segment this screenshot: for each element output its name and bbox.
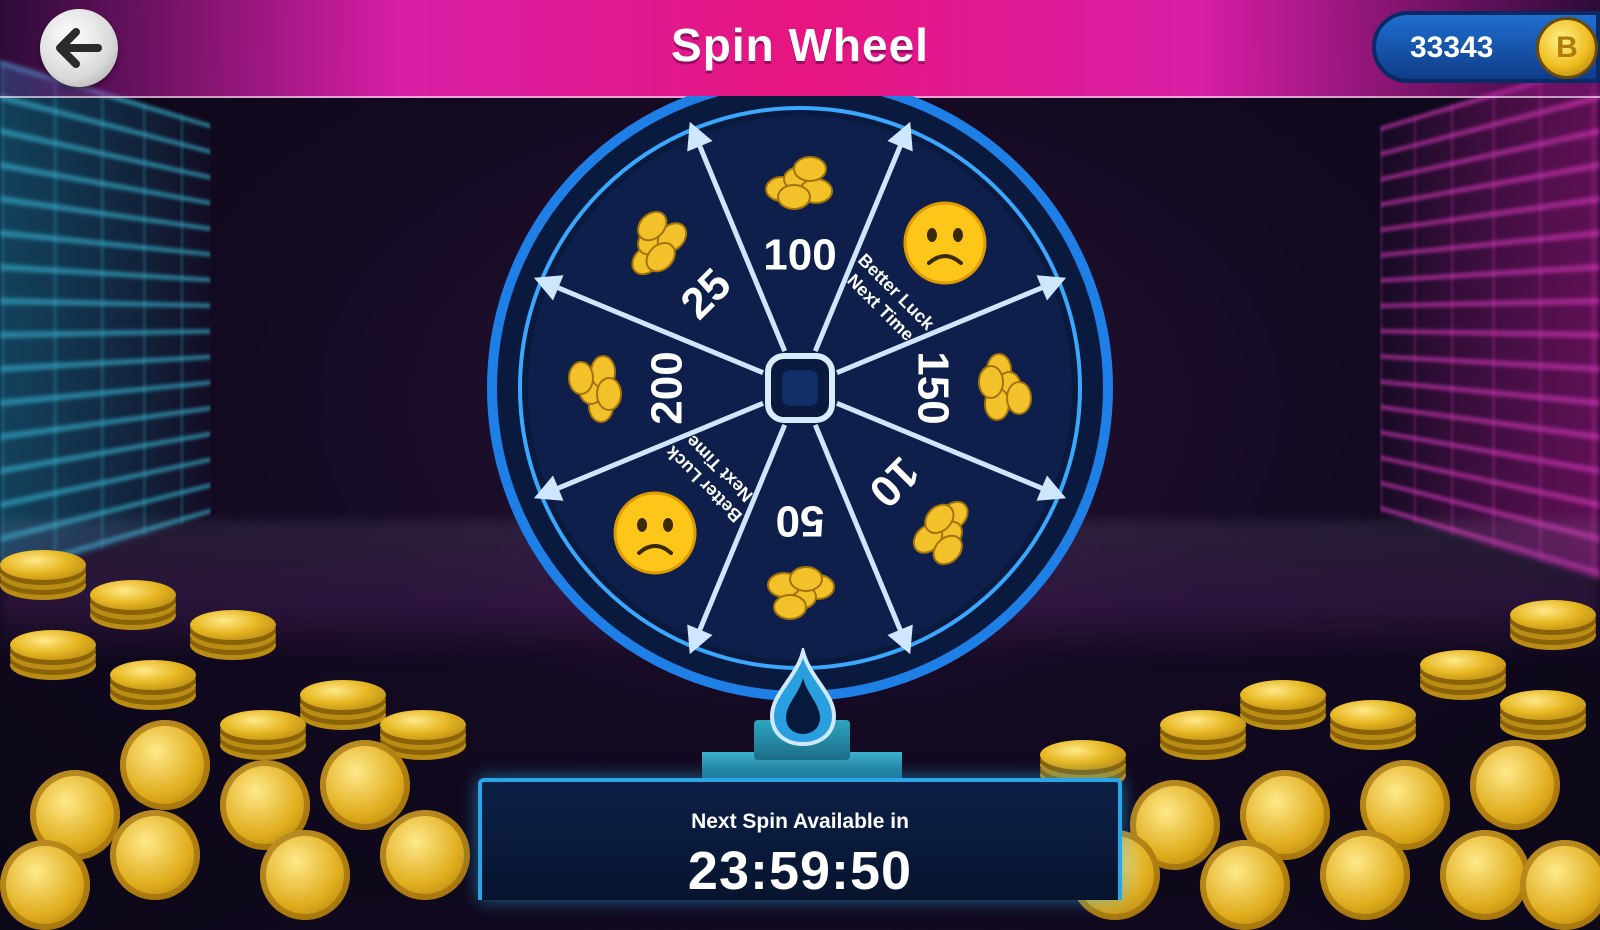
background-right-shelf: [1380, 60, 1600, 580]
next-spin-countdown: 23:59:50: [687, 841, 913, 901]
wheel-segment-label: 50: [776, 496, 825, 545]
wheel-hub-center: [782, 370, 818, 406]
wheel-graphic[interactable]: 100 Better LuckNext Time1501050Better Luc…: [480, 96, 1120, 706]
wheel-segment-label: 200: [643, 351, 692, 424]
sad-face-icon: [613, 491, 697, 575]
coin-pile-right: [1040, 540, 1600, 930]
coin-pile-left: [0, 540, 470, 930]
next-spin-label: Next Spin Available in: [691, 810, 909, 833]
header-bar: Spin Wheel 33343 B: [0, 0, 1600, 98]
coin-balance-value: 33343: [1410, 31, 1494, 64]
background-left-shelf: [0, 60, 211, 580]
wheel-segment-label: 150: [908, 351, 957, 424]
next-spin-panel: Next Spin Available in 23:59:50: [478, 778, 1122, 901]
spin-wheel[interactable]: 100 Better LuckNext Time 150 10 50 Better Luc…: [480, 96, 1120, 706]
coin-balance: 33343 B: [1372, 11, 1600, 83]
wheel-segment-label: 100: [763, 231, 836, 280]
coin-icon: B: [1536, 17, 1598, 79]
sad-face-icon: [903, 201, 987, 285]
wheel-pointer-icon: [769, 648, 837, 747]
page-title: Spin Wheel: [671, 19, 929, 71]
